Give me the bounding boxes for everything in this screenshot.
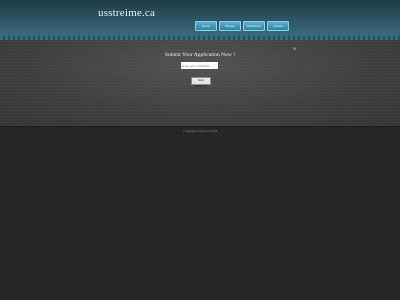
nav-item-home[interactable]: Home	[195, 21, 217, 31]
main-nav: Home Privacy Disclaimer Contact	[195, 21, 289, 31]
email-field[interactable]	[181, 62, 218, 69]
header: usstreime.ca Home Privacy Disclaimer Con…	[0, 0, 400, 36]
page: usstreime.ca Home Privacy Disclaimer Con…	[0, 0, 400, 300]
main-content: ⊕ Submit Your Application Now ! Send App…	[0, 40, 400, 126]
submit-button[interactable]: Send Application	[191, 77, 211, 88]
content-divider	[0, 126, 400, 127]
site-title[interactable]: usstreime.ca	[98, 7, 155, 19]
footer-copyright: © Copyright usstreime.ca 2015	[182, 130, 218, 133]
nav-item-privacy[interactable]: Privacy	[219, 21, 241, 31]
nav-item-contact[interactable]: Contact	[267, 21, 289, 31]
nav-item-disclaimer[interactable]: Disclaimer	[243, 21, 265, 31]
form-title: Submit Your Application Now !	[164, 52, 236, 58]
decorative-glyph-icon: ⊕	[293, 46, 297, 51]
